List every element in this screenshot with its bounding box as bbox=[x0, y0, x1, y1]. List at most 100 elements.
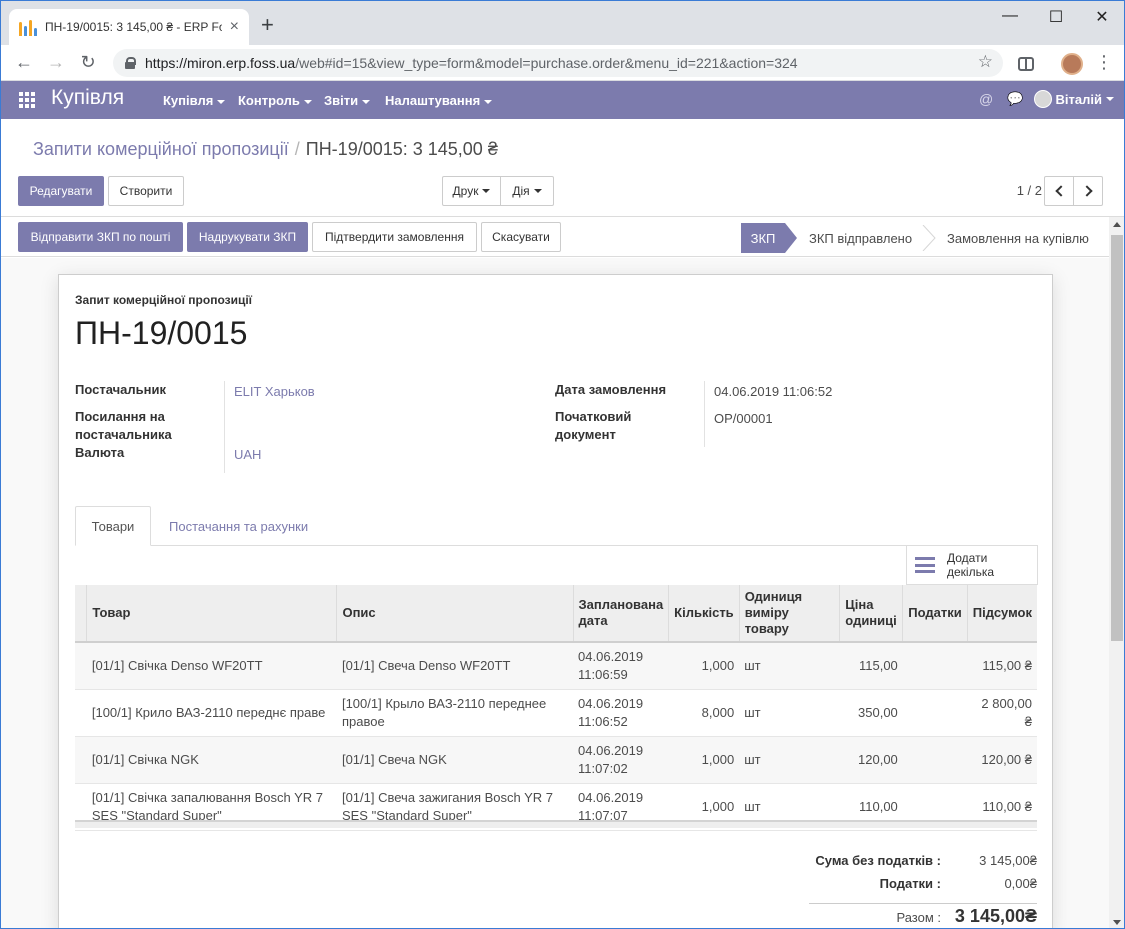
caret-down-icon bbox=[303, 99, 312, 104]
close-tab-icon[interactable]: × bbox=[230, 18, 239, 36]
cell-quantity[interactable]: 1,000 bbox=[668, 642, 740, 690]
cell-taxes[interactable] bbox=[902, 689, 968, 737]
table-footer bbox=[75, 820, 1037, 828]
cell-uom[interactable]: шт bbox=[739, 642, 840, 690]
stage-rfq-sent[interactable]: ЗКП відправлено bbox=[809, 223, 912, 253]
breadcrumb-current: ПН-19/0015: 3 145,00 ₴ bbox=[305, 139, 498, 159]
caret-down-icon bbox=[484, 99, 493, 104]
minimize-icon[interactable]: — bbox=[987, 7, 1033, 25]
total-label: Разом : bbox=[896, 910, 941, 925]
edit-button[interactable]: Редагувати bbox=[18, 176, 104, 206]
url-host: https://miron.erp.foss.ua bbox=[145, 55, 296, 71]
apps-grid-icon[interactable] bbox=[19, 92, 35, 108]
cell-product[interactable]: [01/1] Свічка Denso WF20TT bbox=[86, 642, 337, 690]
cell-date-planned[interactable]: 04.06.2019 11:06:59 bbox=[573, 642, 669, 690]
stage-rfq[interactable]: ЗКП bbox=[741, 223, 785, 253]
document-name: ПН-19/0015 bbox=[75, 315, 248, 351]
reload-icon[interactable]: ↻ bbox=[77, 51, 99, 73]
pager-value[interactable]: 1 / 2 bbox=[1017, 183, 1042, 198]
scrollbar-thumb[interactable] bbox=[1111, 235, 1123, 641]
cell-product[interactable]: [01/1] Свічка NGK bbox=[86, 736, 337, 784]
profile-avatar[interactable] bbox=[1061, 53, 1083, 75]
vendor-value[interactable]: ELIT Харьков bbox=[234, 383, 315, 401]
address-bar[interactable]: https://miron.erp.foss.ua/web#id=15&view… bbox=[113, 49, 1003, 77]
breadcrumb-parent[interactable]: Запити комерційної пропозиції bbox=[33, 139, 289, 159]
cell-product[interactable]: [100/1] Крило ВАЗ-2110 переднє праве bbox=[86, 689, 337, 737]
pager-next-button[interactable] bbox=[1073, 176, 1103, 206]
menu-control[interactable]: Контроль bbox=[238, 93, 312, 108]
menu-purchase-label: Купівля bbox=[163, 93, 214, 108]
browser-menu-icon[interactable]: ⋮ bbox=[1093, 51, 1115, 73]
page-scrollbar[interactable] bbox=[1109, 217, 1124, 928]
header-subtotal[interactable]: Підсумок bbox=[967, 585, 1037, 643]
currency-value[interactable]: UAH bbox=[234, 446, 261, 464]
menu-settings[interactable]: Налаштування bbox=[385, 93, 493, 108]
table-row[interactable]: [01/1] Свічка Denso WF20TT [01/1] Свеча … bbox=[75, 642, 1037, 690]
taxes-row: Податки : 0,00₴ bbox=[809, 876, 1037, 899]
scroll-down-icon[interactable] bbox=[1113, 920, 1121, 925]
cell-description[interactable]: [100/1] Крыло ВАЗ-2110 переднее правое bbox=[336, 689, 574, 737]
user-menu[interactable]: Віталій bbox=[1033, 90, 1114, 108]
cell-uom[interactable]: шт bbox=[739, 736, 840, 784]
cell-quantity[interactable]: 1,000 bbox=[668, 736, 740, 784]
field-separator bbox=[224, 381, 225, 473]
chat-icon[interactable]: 💬 bbox=[1007, 91, 1023, 107]
breadcrumb: Запити комерційної пропозиції / ПН-19/0015… bbox=[33, 139, 498, 160]
menu-reports[interactable]: Звіти bbox=[324, 93, 371, 108]
maximize-icon[interactable]: ☐ bbox=[1033, 7, 1079, 27]
new-tab-icon[interactable]: + bbox=[261, 13, 274, 37]
app-title[interactable]: Купівля bbox=[51, 86, 124, 110]
cell-unit-price[interactable]: 120,00 bbox=[839, 736, 903, 784]
header-product[interactable]: Товар bbox=[86, 585, 338, 643]
action-dropdown-label: Дія bbox=[512, 184, 530, 198]
stage-purchase-order[interactable]: Замовлення на купівлю bbox=[947, 223, 1089, 253]
user-name: Віталій bbox=[1055, 91, 1102, 107]
tab-deliveries-invoices[interactable]: Постачання та рахунки bbox=[169, 506, 308, 546]
bookmark-star-icon[interactable]: ☆ bbox=[978, 52, 993, 72]
cell-unit-price[interactable]: 115,00 bbox=[839, 642, 903, 690]
main-navbar: Купівля Купівля Контроль Звіти Налаштува… bbox=[1, 81, 1124, 119]
add-multiple-button[interactable]: Додати декілька bbox=[906, 545, 1038, 585]
scroll-up-icon[interactable] bbox=[1113, 222, 1121, 227]
cell-taxes[interactable] bbox=[902, 642, 968, 690]
header-unit-price[interactable]: Ціна одиниці bbox=[839, 585, 904, 643]
cell-date-planned[interactable]: 04.06.2019 11:06:52 bbox=[573, 689, 669, 737]
mention-icon[interactable]: @ bbox=[979, 91, 993, 107]
form-statusbar: Відправити ЗКП по пошті Надрукувати ЗКП … bbox=[1, 217, 1109, 257]
cell-date-planned[interactable]: 04.06.2019 11:07:02 bbox=[573, 736, 669, 784]
taxes-value: 0,00₴ bbox=[1004, 876, 1037, 891]
browser-tab[interactable]: ПН-19/0015: 3 145,00 ₴ - ERP Fo × bbox=[9, 9, 249, 45]
caret-down-icon bbox=[217, 99, 226, 104]
header-taxes[interactable]: Податки bbox=[902, 585, 968, 643]
create-button[interactable]: Створити bbox=[108, 176, 184, 206]
header-description[interactable]: Опис bbox=[336, 585, 574, 643]
send-rfq-button[interactable]: Відправити ЗКП по пошті bbox=[18, 222, 183, 252]
header-date-planned[interactable]: Запланована дата bbox=[573, 585, 670, 643]
back-icon[interactable]: ← bbox=[13, 51, 35, 73]
menu-purchase[interactable]: Купівля bbox=[163, 93, 226, 108]
cell-unit-price[interactable]: 350,00 bbox=[839, 689, 903, 737]
close-window-icon[interactable]: ✕ bbox=[1079, 7, 1124, 27]
user-avatar bbox=[1033, 90, 1052, 108]
header-quantity[interactable]: Кількість bbox=[668, 585, 740, 643]
field-separator bbox=[704, 381, 705, 447]
cancel-button[interactable]: Скасувати bbox=[481, 222, 561, 252]
cell-quantity[interactable]: 8,000 bbox=[668, 689, 740, 737]
caret-down-icon bbox=[533, 189, 542, 193]
print-rfq-button[interactable]: Надрукувати ЗКП bbox=[187, 222, 308, 252]
header-uom[interactable]: Одиниця виміру товару bbox=[739, 585, 841, 643]
table-row[interactable]: [01/1] Свічка NGK [01/1] Свеча NGK 04.06… bbox=[75, 736, 1037, 784]
table-row[interactable]: [100/1] Крило ВАЗ-2110 переднє праве [10… bbox=[75, 689, 1037, 737]
tab-products[interactable]: Товари bbox=[75, 506, 151, 546]
cell-description[interactable]: [01/1] Свеча Denso WF20TT bbox=[336, 642, 574, 690]
cell-description[interactable]: [01/1] Свеча NGK bbox=[336, 736, 574, 784]
pager-previous-button[interactable] bbox=[1044, 176, 1074, 206]
forward-icon[interactable]: → bbox=[45, 51, 67, 73]
notebook-tabs: Товари Постачання та рахунки bbox=[75, 506, 1037, 546]
extension-icon[interactable] bbox=[1015, 53, 1037, 75]
cell-uom[interactable]: шт bbox=[739, 689, 840, 737]
action-dropdown[interactable]: Дія bbox=[500, 176, 554, 206]
print-dropdown[interactable]: Друк bbox=[442, 176, 501, 206]
cell-taxes[interactable] bbox=[902, 736, 968, 784]
confirm-order-button[interactable]: Підтвердити замовлення bbox=[312, 222, 477, 252]
